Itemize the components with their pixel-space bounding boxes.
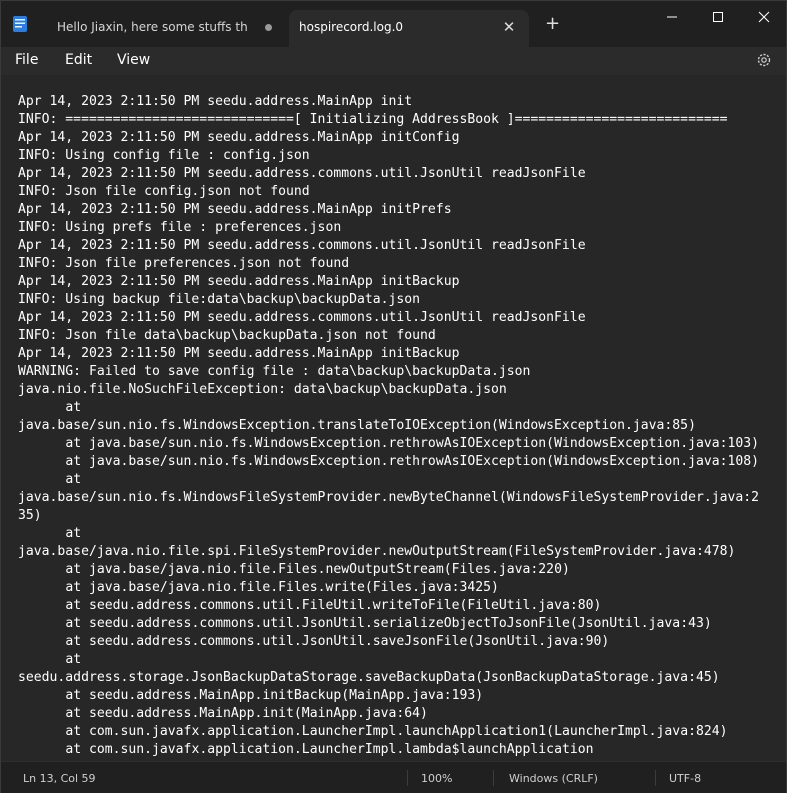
minimize-button[interactable] — [649, 1, 695, 33]
log-line: Apr 14, 2023 2:11:50 PM seedu.address.Ma… — [18, 202, 452, 217]
close-window-button[interactable] — [741, 1, 787, 33]
menu-edit[interactable]: Edit — [65, 52, 92, 68]
menu-file[interactable]: File — [15, 52, 38, 68]
log-line: Apr 14, 2023 2:11:50 PM seedu.address.Ma… — [18, 274, 460, 289]
log-line: WARNING: Failed to save config file : da… — [18, 364, 531, 379]
text-editor[interactable]: Apr 14, 2023 2:11:50 PM seedu.address.Ma… — [1, 75, 786, 761]
tab-hospirecord-log[interactable]: hospirecord.log.0 ✕ — [289, 10, 529, 47]
log-line: at com.sun.javafx.application.LauncherIm… — [18, 724, 728, 739]
log-line: INFO: Json file preferences.json not fou… — [18, 256, 350, 271]
log-line: at — [18, 472, 82, 487]
log-line: INFO: Json file data\backup\backupData.j… — [18, 328, 436, 343]
title-bar[interactable]: Hello Jiaxin, here some stuffs that hosp… — [1, 1, 786, 47]
log-line: Apr 14, 2023 2:11:50 PM seedu.address.Ma… — [18, 130, 460, 145]
maximize-button[interactable] — [695, 1, 741, 33]
close-tab-icon[interactable]: ✕ — [501, 18, 517, 36]
log-line: at java.base/java.nio.file.Files.newOutp… — [18, 562, 570, 577]
status-separator — [493, 770, 494, 786]
log-line: at seedu.address.commons.util.FileUtil.w… — [18, 598, 602, 613]
log-line: Apr 14, 2023 2:11:50 PM seedu.address.co… — [18, 310, 586, 325]
log-line: at seedu.address.MainApp.initBackup(Main… — [18, 688, 484, 703]
log-line: java.base/java.nio.file.spi.FileSystemPr… — [18, 544, 736, 559]
log-line: at seedu.address.commons.util.JsonUtil.s… — [18, 616, 712, 631]
log-line: at seedu.address.commons.util.JsonUtil.s… — [18, 634, 610, 649]
log-line: at com.sun.javafx.application.LauncherIm… — [18, 742, 594, 757]
status-separator — [655, 770, 656, 786]
log-line: at seedu.address.MainApp.init(MainApp.ja… — [18, 706, 428, 721]
tab-hello-jiaxin[interactable]: Hello Jiaxin, here some stuffs that — [41, 10, 291, 47]
log-line: java.base/sun.nio.fs.WindowsFileSystemPr… — [18, 490, 760, 505]
menu-bar: File Edit View — [1, 47, 786, 75]
new-tab-icon[interactable]: + — [545, 15, 560, 33]
status-bar: Ln 13, Col 59 100% Windows (CRLF) UTF-8 — [1, 761, 786, 793]
log-content[interactable]: Apr 14, 2023 2:11:50 PM seedu.address.Ma… — [18, 93, 778, 759]
line-ending: Windows (CRLF) — [509, 772, 598, 785]
tab-label: Hello Jiaxin, here some stuffs that — [57, 20, 247, 34]
log-line: java.nio.file.NoSuchFileException: data\… — [18, 382, 507, 397]
notepad-icon — [11, 15, 29, 33]
log-line: INFO: Using prefs file : preferences.jso… — [18, 220, 342, 235]
log-line: Apr 14, 2023 2:11:50 PM seedu.address.co… — [18, 238, 586, 253]
log-line: Apr 14, 2023 2:11:50 PM seedu.address.co… — [18, 166, 586, 181]
notepad-window: Hello Jiaxin, here some stuffs that hosp… — [0, 0, 787, 793]
tab-label: hospirecord.log.0 — [299, 20, 404, 34]
gear-icon[interactable] — [755, 51, 773, 69]
log-line: INFO: =============================[ Ini… — [18, 112, 728, 127]
log-line: at java.base/java.nio.file.Files.write(F… — [18, 580, 499, 595]
menu-view[interactable]: View — [117, 52, 150, 68]
cursor-position: Ln 13, Col 59 — [23, 772, 96, 785]
unsaved-dot-icon — [265, 24, 272, 31]
log-line: at — [18, 526, 82, 541]
log-line: 35) — [18, 508, 42, 523]
log-line: at — [18, 400, 82, 415]
log-line: seedu.address.storage.JsonBackupDataStor… — [18, 670, 720, 685]
zoom-level: 100% — [421, 772, 453, 785]
status-separator — [407, 770, 408, 786]
encoding: UTF-8 — [669, 772, 702, 785]
log-line: INFO: Json file config.json not found — [18, 184, 310, 199]
log-line: INFO: Using config file : config.json — [18, 148, 310, 163]
log-line: at — [18, 652, 82, 667]
log-line: Apr 14, 2023 2:11:50 PM seedu.address.Ma… — [18, 346, 460, 361]
log-line: INFO: Using backup file:data\backup\back… — [18, 292, 421, 307]
log-line: at java.base/sun.nio.fs.WindowsException… — [18, 454, 760, 469]
log-line: at java.base/sun.nio.fs.WindowsException… — [18, 436, 760, 451]
log-line: Apr 14, 2023 2:11:50 PM seedu.address.Ma… — [18, 94, 413, 109]
log-line: java.base/sun.nio.fs.WindowsException.tr… — [18, 418, 696, 433]
